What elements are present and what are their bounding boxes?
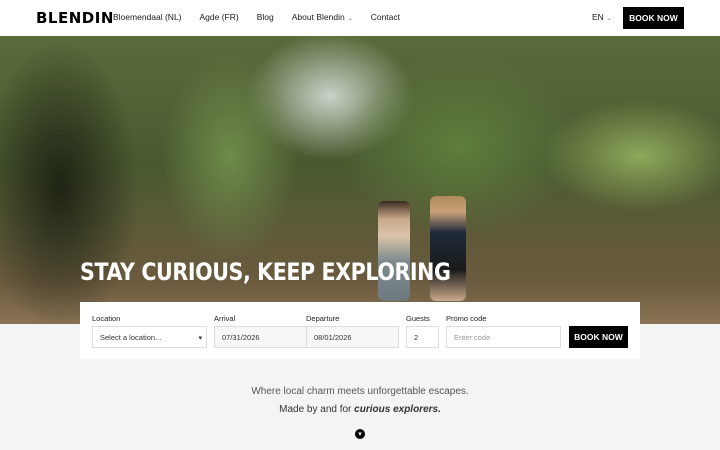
brand-logo[interactable]: BLENDIN [36, 9, 114, 27]
booking-submit-button[interactable]: BOOK NOW [569, 326, 628, 348]
top-navigation: BLENDIN Bloemendaal (NL) Agde (FR) Blog … [0, 0, 720, 36]
promo-label: Promo code [446, 314, 487, 323]
hero-photo-person-left [378, 201, 410, 301]
nav-item-about[interactable]: About Blendin ⌄ [292, 12, 353, 22]
tagline-line1: Where local charm meets unforgettable es… [251, 386, 469, 397]
departure-date-input[interactable]: 08/01/2026 [306, 326, 399, 348]
location-select-value: Select a location... [100, 332, 162, 342]
nav-item-bloemendaal[interactable]: Bloemendaal (NL) [113, 12, 182, 22]
guests-input[interactable]: 2 [406, 326, 439, 348]
guests-label: Guests [406, 314, 430, 323]
nav-item-contact[interactable]: Contact [371, 12, 400, 22]
arrival-date-input[interactable]: 07/31/2026 [214, 326, 307, 348]
promo-code-input[interactable]: Enter code [446, 326, 561, 348]
tagline-emphasis: curious explorers. [354, 404, 441, 415]
chevron-down-icon: ⌄ [347, 16, 353, 22]
tagline-line2: Made by and for curious explorers. [0, 404, 720, 415]
language-selector[interactable]: EN ⌄ [592, 12, 612, 22]
chevron-down-icon: ⌄ [606, 16, 612, 22]
nav-item-agde[interactable]: Agde (FR) [200, 12, 239, 22]
location-label: Location [92, 314, 121, 323]
tagline-prefix: Made by and for [279, 404, 352, 415]
location-select[interactable]: Select a location... ▾ [92, 326, 207, 348]
hero-title: STAY CURIOUS, KEEP EXPLORING [80, 258, 451, 286]
arrival-label: Arrival [214, 314, 236, 323]
language-label: EN [592, 12, 604, 22]
hero-image: STAY CURIOUS, KEEP EXPLORING [0, 36, 720, 324]
book-now-button[interactable]: BOOK NOW [623, 7, 684, 29]
main-menu: Bloemendaal (NL) Agde (FR) Blog About Bl… [113, 12, 400, 22]
departure-label: Departure [306, 314, 340, 323]
booking-form: Location Select a location... ▾ Arrival … [80, 302, 640, 359]
nav-item-blog[interactable]: Blog [257, 12, 274, 22]
chevron-down-icon: ▾ [198, 335, 202, 342]
scroll-down-icon[interactable]: ▾ [355, 429, 365, 439]
nav-item-about-label: About Blendin [291, 12, 345, 22]
